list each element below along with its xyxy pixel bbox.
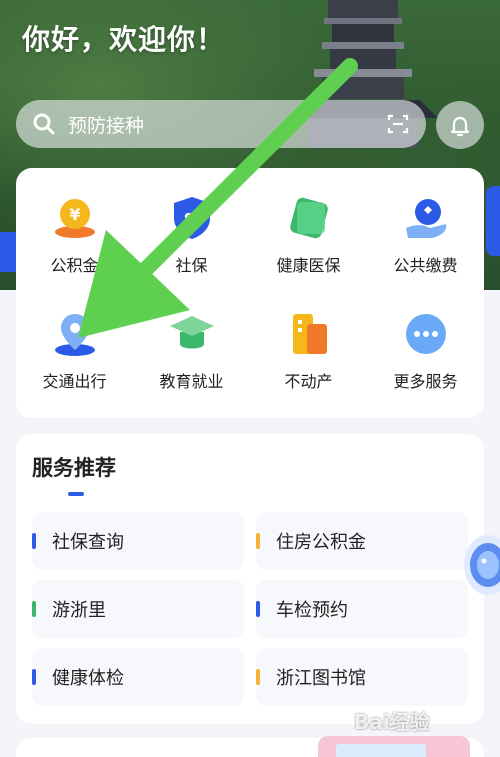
recommended-item[interactable]: 健康体检 (32, 648, 244, 706)
watermark-text: Bai经验 (354, 710, 430, 734)
item-color-marker (32, 601, 36, 617)
service-health-insurance[interactable]: 健康医保 (250, 194, 367, 276)
service-label: 公共缴费 (393, 256, 458, 275)
search-icon (33, 113, 55, 135)
building-icon (292, 314, 327, 354)
item-color-marker (32, 533, 36, 549)
service-label: 更多服务 (393, 372, 458, 391)
bell-icon (450, 116, 470, 137)
item-label: 游浙里 (52, 600, 106, 621)
assistant-bot-icon[interactable] (458, 530, 500, 600)
item-color-marker (256, 601, 260, 617)
item-color-marker (32, 669, 36, 685)
section-title-underline (68, 492, 84, 496)
service-label: 交通出行 (42, 372, 107, 391)
search-bar[interactable]: 预防接种 (16, 100, 426, 148)
service-label: 社保 (175, 256, 208, 275)
banner-thumbnail-image (336, 744, 426, 757)
service-education[interactable]: 教育就业 (133, 310, 250, 392)
item-label: 住房公积金 (276, 532, 366, 553)
item-label: 社保查询 (52, 532, 124, 553)
services-grid-card: ¥ 公积金 SI 社保 健康医保 公共缴费 交通出行 教育就业 不动产 更多服务 (16, 168, 484, 418)
banner-accent-right (486, 186, 500, 256)
recommended-item[interactable]: 游浙里 (32, 580, 244, 638)
recommended-services-card: 服务推荐 社保查询 住房公积金 游浙里 车检预约 健康体检 浙江图书馆 (16, 434, 484, 724)
social-security-shield-icon: SI (173, 197, 210, 239)
service-social-security[interactable]: SI 社保 (133, 194, 250, 276)
service-label: 健康医保 (276, 256, 341, 275)
recommended-item[interactable]: 社保查询 (32, 512, 244, 570)
svg-text:SI: SI (183, 210, 199, 228)
yuan-coin-icon: ¥ (54, 199, 95, 238)
item-color-marker (256, 669, 260, 685)
section-title: 服务推荐 (32, 456, 116, 480)
notification-button[interactable] (436, 101, 484, 149)
payment-hand-icon (405, 199, 446, 238)
health-card-icon (289, 197, 328, 239)
more-dots-icon (405, 314, 446, 354)
greeting-title: 你好，欢迎你！ (22, 23, 226, 56)
item-label: 健康体检 (52, 668, 124, 689)
graduation-cap-icon (169, 316, 214, 349)
service-label: 公积金 (50, 256, 99, 275)
service-label: 教育就业 (159, 372, 224, 391)
service-housing-fund[interactable]: ¥ 公积金 (16, 194, 133, 276)
scan-icon[interactable] (386, 112, 410, 136)
service-transport[interactable]: 交通出行 (16, 310, 133, 392)
service-public-payment[interactable]: 公共缴费 (367, 194, 484, 276)
recommended-item[interactable]: 浙江图书馆 (256, 648, 468, 706)
service-more[interactable]: 更多服务 (367, 310, 484, 392)
search-placeholder[interactable]: 预防接种 (68, 111, 386, 138)
recommended-item[interactable]: 车检预约 (256, 580, 468, 638)
service-label: 不动产 (284, 372, 333, 391)
item-label: 车检预约 (276, 600, 348, 621)
recommended-item[interactable]: 住房公积金 (256, 512, 468, 570)
service-real-estate[interactable]: 不动产 (250, 310, 367, 392)
location-pin-icon (54, 314, 95, 356)
item-color-marker (256, 533, 260, 549)
item-label: 浙江图书馆 (276, 668, 366, 689)
svg-text:¥: ¥ (69, 205, 80, 224)
